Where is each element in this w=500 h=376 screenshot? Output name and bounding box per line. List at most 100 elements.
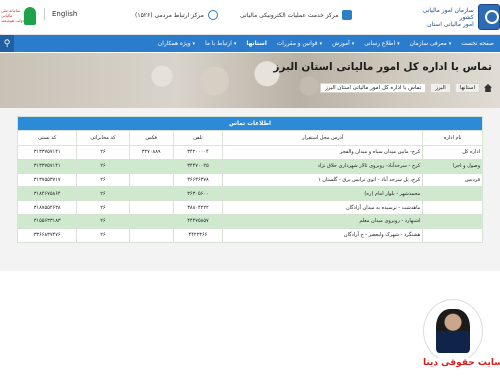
table-cell: ۳۶۶۳۶۳۷۸ bbox=[172, 172, 224, 188]
table-cell: ۳۴۴۷۰۰۲۵ bbox=[172, 158, 224, 174]
table-cell bbox=[128, 213, 174, 229]
page-title: تماس با اداره کل امور مالیاتی استان البر… bbox=[273, 61, 492, 73]
table-cell bbox=[128, 186, 174, 202]
chevron-down-icon: ▾ bbox=[233, 40, 237, 47]
table-cell bbox=[422, 186, 483, 202]
chevron-down-icon: ▾ bbox=[192, 40, 196, 47]
table-cell bbox=[422, 227, 483, 243]
watermark-badge bbox=[424, 300, 482, 362]
chevron-down-icon: ▾ bbox=[397, 40, 400, 47]
nav-item-label: ویژه همکاران bbox=[158, 40, 191, 47]
search-icon[interactable]: ⚲ bbox=[0, 35, 14, 52]
column-header: آدرس محل استقرار bbox=[222, 130, 424, 146]
table-cell bbox=[128, 158, 174, 174]
column-header: فکس bbox=[128, 130, 174, 146]
table-cell bbox=[422, 213, 483, 229]
call-center-link[interactable]: مرکز ارتباط مردمی (۱۵۲۶) bbox=[135, 10, 218, 20]
table-row: اشتهارد - روبروی میدان معلم ۴۴۴۷۵۸۵۷ ۲۶ ۳۱۵… bbox=[16, 213, 483, 229]
column-header: کد پستی bbox=[16, 130, 78, 146]
table-cell: ۳۸۸۰۴۲۲۲ bbox=[172, 200, 224, 215]
chevron-down-icon: ▾ bbox=[351, 40, 355, 47]
table-cell: ۴۴۲۲۳۶۶ bbox=[172, 227, 224, 243]
table-cell: ۲۶ bbox=[76, 213, 130, 229]
breadcrumb-item[interactable]: البرز bbox=[430, 83, 451, 93]
table-cell: ۲۶ bbox=[76, 158, 130, 174]
table-row: ماهدشت - نرسیده به میدان آزادگان ۳۸۸۰۴۲۲۲… bbox=[16, 200, 483, 215]
table-cell bbox=[422, 200, 483, 215]
table-cell: اشتهارد - روبروی میدان معلم bbox=[222, 213, 424, 229]
table-cell: ۲۶ bbox=[76, 227, 130, 243]
table-header: نام اداره آدرس محل استقرار تلفن فکس کد مخابر… bbox=[16, 130, 483, 146]
nav-item[interactable]: قوانین و مقررات ▾ bbox=[277, 41, 322, 47]
org-logo[interactable]: سازمان امور مالیاتی کشور امور مالیاتی اس… bbox=[412, 2, 500, 32]
column-header: نام اداره bbox=[422, 130, 483, 146]
org-name: سازمان امور مالیاتی کشور امور مالیاتی اس… bbox=[422, 6, 474, 28]
table-cell bbox=[128, 200, 174, 215]
table-cell: هشتگرد - شهرک ولیعصر - خ آزادگان bbox=[222, 227, 424, 243]
watermark-portrait bbox=[436, 309, 470, 353]
nav-item-label: قوانین و مقررات bbox=[276, 40, 318, 47]
national-tax-logo-text: سامانه ملی مالیاتی دولت هوشمند bbox=[1, 8, 25, 23]
nav-item[interactable]: آموزش ▾ bbox=[332, 41, 354, 47]
nav-item[interactable]: اطلاع رسانی ▾ bbox=[364, 41, 399, 47]
home-icon[interactable] bbox=[484, 84, 492, 92]
table-cell: ۳۱۳۳۷۵۷۱۴۱ bbox=[16, 145, 78, 160]
language-switch[interactable]: English bbox=[52, 10, 77, 18]
table-row: محمدشهر - بلوار امام (ره) ۳۶۳۰۵۶۰۰ ۲۶ ۳۱۸۴۶… bbox=[16, 186, 483, 202]
watermark-text: سایت حقوقی دینا bbox=[420, 358, 500, 368]
nav-item-label: استانها bbox=[246, 40, 267, 47]
divider bbox=[44, 8, 45, 20]
nav-item-label: ارتباط با ما bbox=[205, 40, 232, 47]
nav-item[interactable]: معرفی سازمان ▾ bbox=[410, 41, 452, 47]
nav-item[interactable]: ارتباط با ما ▾ bbox=[205, 41, 236, 47]
table-cell: اداره کل bbox=[422, 145, 483, 160]
table-cell bbox=[128, 227, 174, 243]
table-cell: ۳۱۳۷۵۵۳۷۱۷ bbox=[16, 172, 78, 188]
nav-item-label: آموزش bbox=[332, 40, 350, 47]
table-caption: اطلاعات تماس bbox=[17, 116, 483, 131]
phone-icon bbox=[207, 10, 218, 20]
table-cell: ماهدشت - نرسیده به میدان آزادگان bbox=[222, 200, 424, 215]
table-row: هشتگرد - شهرک ولیعصر - خ آزادگان ۴۴۲۲۳۶۶ ۲… bbox=[16, 227, 483, 243]
main-nav: ⚲ صفحه نخست معرفی سازمان ▾ اطلاع رسانی ▾ آموز… bbox=[0, 35, 500, 52]
table-cell bbox=[128, 172, 174, 188]
leaf-icon bbox=[24, 7, 36, 25]
chevron-down-icon: ▾ bbox=[448, 40, 452, 47]
call-center-label: مرکز ارتباط مردمی (۱۵۲۶) bbox=[135, 11, 204, 19]
main-content: اطلاعات تماس نام اداره آدرس محل استقرار تل… bbox=[0, 108, 500, 368]
emblem-icon bbox=[477, 4, 500, 30]
table-cell: کرج - سرحدآباد- روبروی تالار شهرداری خلا… bbox=[222, 158, 424, 174]
breadcrumb-item[interactable]: استانها bbox=[454, 83, 480, 93]
nav-item[interactable]: ویژه همکاران ▾ bbox=[158, 41, 195, 47]
breadcrumb: استانها البرز تماس با اداره کل امور مالیات… bbox=[320, 83, 492, 93]
nav-item[interactable]: صفحه نخست bbox=[461, 41, 494, 47]
table-row: فردیس کرج، پل سرحد آباد - اتوی ترابس برق … bbox=[16, 172, 483, 188]
table-cell: ۳۴۲۰۰۰۰۴ bbox=[172, 145, 224, 160]
service-icon bbox=[342, 10, 353, 20]
table-cell: وصول و اجرا bbox=[422, 158, 483, 174]
page-banner: تماس با اداره کل امور مالیاتی استان البر… bbox=[0, 53, 500, 108]
table-row: وصول و اجرا کرج - سرحدآباد- روبروی تالار … bbox=[16, 158, 483, 174]
service-center-link[interactable]: مرکز خدمت عملیات الکترونیکی مالیاتی bbox=[240, 10, 353, 20]
top-header: سازمان امور مالیاتی کشور امور مالیاتی اس… bbox=[0, 0, 500, 35]
watermark-logo: سایت حقوقی دینا bbox=[418, 300, 500, 376]
nav-item[interactable]: استانها bbox=[246, 41, 266, 47]
table-cell: ۳۱۸۴۶۷۵۸۶۴ bbox=[16, 186, 78, 202]
breadcrumb-item[interactable]: تماس با اداره کل امور مالیاتی استان البر… bbox=[320, 83, 427, 93]
table-cell: محمدشهر - بلوار امام (ره) bbox=[222, 186, 424, 202]
table-cell: ۴۴۴۷۵۸۵۷ bbox=[172, 213, 224, 229]
table-cell: ۲۶ bbox=[76, 200, 130, 215]
column-header: تلفن bbox=[172, 130, 224, 146]
table-cell: ۳۱۳۳۷۵۷۱۴۱ bbox=[16, 158, 78, 174]
table-cell: ۲۶ bbox=[76, 172, 130, 188]
chevron-down-icon: ▾ bbox=[319, 40, 323, 47]
table-cell: ۳۱۸۷۵۵۴۶۳۸ bbox=[16, 200, 78, 215]
table-cell: فردیس bbox=[422, 172, 483, 188]
service-center-label: مرکز خدمت عملیات الکترونیکی مالیاتی bbox=[240, 11, 339, 19]
national-tax-logo[interactable]: سامانه ملی مالیاتی دولت هوشمند bbox=[0, 4, 40, 30]
table-row: اداره کل کرج- مابین میدان سپاه و میدان وا… bbox=[16, 145, 483, 160]
nav-item-label: معرفی سازمان bbox=[409, 40, 447, 47]
table-cell: کرج- مابین میدان سپاه و میدان والفجر bbox=[222, 145, 424, 160]
table-cell: ۳۱۵۵۶۳۳۱۸۳ bbox=[16, 213, 78, 229]
nav-items: صفحه نخست معرفی سازمان ▾ اطلاع رسانی ▾ آموزش ▾… bbox=[158, 35, 494, 52]
